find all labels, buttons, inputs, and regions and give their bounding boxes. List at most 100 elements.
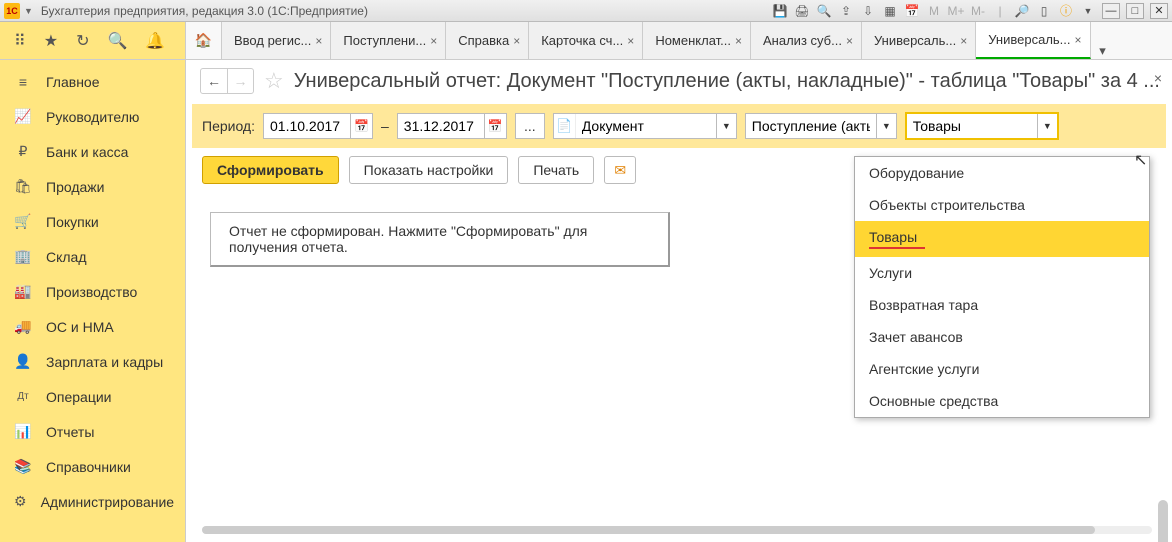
sidebar-item-pokupki[interactable]: 🛒Покупки [0, 204, 185, 239]
dropdown-option-zachet[interactable]: Зачет авансов [855, 321, 1149, 353]
scrollbar-thumb[interactable] [202, 526, 1095, 534]
filter-bar: Период: 📅 – 📅 ... 📄 ▼ ▼ ▼ [192, 104, 1166, 148]
sidebar-item-prodazhi[interactable]: 🛍Продажи [0, 169, 185, 204]
tab-close-icon[interactable]: × [513, 34, 520, 48]
email-button[interactable]: ✉ [604, 156, 636, 184]
window-maximize-button[interactable]: □ [1126, 3, 1144, 19]
tab-postupleni[interactable]: Поступлени... × [331, 22, 446, 59]
upload-icon[interactable]: ⇪ [838, 3, 854, 19]
notifications-icon[interactable]: 🔔 [145, 31, 165, 51]
zoom-icon[interactable]: 🔎 [1014, 3, 1030, 19]
dropdown-option-obekty[interactable]: Объекты строительства [855, 189, 1149, 221]
tab-universal-1[interactable]: Универсаль... × [862, 22, 976, 59]
tabbar: 🏠 Ввод регис...× Поступлени... × Справка×… [186, 22, 1172, 59]
period-to-input[interactable] [398, 118, 484, 134]
favorite-icon[interactable]: ★ [44, 31, 58, 51]
period-select-button[interactable]: ... [515, 113, 545, 139]
titlebar-tools: 💾 🖨 🔍 ⇪ ⇩ ▦ 📅 M M+ M- | 🔎 ▯ ⓘ ▼ — □ ✕ [772, 3, 1168, 19]
tab-close-icon[interactable]: × [627, 34, 634, 48]
search-icon[interactable]: 🔍 [816, 3, 832, 19]
page-close-icon[interactable]: × [1154, 70, 1162, 86]
sidebar-item-otchety[interactable]: 📊Отчеты [0, 414, 185, 449]
tab-universal-2[interactable]: Универсаль...× [976, 22, 1090, 59]
sidebar-item-proizvodstvo[interactable]: 🏭Производство [0, 274, 185, 309]
history-icon[interactable]: ↻ [76, 31, 89, 51]
source-input[interactable] [746, 118, 876, 134]
grid-icon[interactable]: ▦ [882, 3, 898, 19]
info-dropdown-icon[interactable]: ▼ [1080, 3, 1096, 19]
nav-forward-button[interactable]: → [227, 69, 253, 93]
tab-spravka[interactable]: Справка× [446, 22, 529, 59]
tabs-overflow-icon[interactable]: ▾ [1091, 43, 1115, 59]
app-menu-dropdown[interactable]: ▼ [24, 6, 33, 16]
calendar-icon[interactable]: 📅 [904, 3, 920, 19]
apps-icon[interactable]: ⠿ [14, 31, 26, 51]
sidebar-item-spravochniki[interactable]: 📚Справочники [0, 449, 185, 484]
favorite-star-icon[interactable]: ☆ [264, 68, 284, 94]
table-input[interactable] [907, 118, 1037, 134]
tab-close-icon[interactable]: × [430, 34, 437, 48]
chevron-down-icon[interactable]: ▼ [876, 114, 896, 138]
window-minimize-button[interactable]: — [1102, 3, 1120, 19]
source-combo[interactable]: ▼ [745, 113, 897, 139]
sidebar-item-os-nma[interactable]: 🚚ОС и НМА [0, 309, 185, 344]
scrollbar-thumb[interactable] [1158, 500, 1168, 542]
bars-icon: 📊 [14, 423, 32, 440]
tab-close-icon[interactable]: × [1075, 33, 1082, 47]
info-icon[interactable]: ⓘ [1058, 3, 1074, 19]
period-from-input[interactable] [264, 118, 350, 134]
sidebar-item-sklad[interactable]: 🏢Склад [0, 239, 185, 274]
mem-mminus-icon[interactable]: M- [970, 3, 986, 19]
tab-analiz[interactable]: Анализ суб...× [751, 22, 862, 59]
tab-label: Поступлени... [343, 33, 426, 48]
tab-close-icon[interactable]: × [315, 34, 322, 48]
tab-close-icon[interactable]: × [735, 34, 742, 48]
dropdown-option-uslugi[interactable]: Услуги [855, 257, 1149, 289]
vertical-scrollbar[interactable] [1156, 140, 1170, 522]
sidebar-item-operatsii[interactable]: ДтОперации [0, 379, 185, 414]
home-tab[interactable]: 🏠 [186, 22, 222, 59]
tab-label: Универсаль... [874, 33, 956, 48]
calendar-icon[interactable]: 📅 [484, 114, 506, 138]
calendar-icon[interactable]: 📅 [350, 114, 372, 138]
truck-icon: 🚚 [14, 318, 32, 335]
panels-icon[interactable]: ▯ [1036, 3, 1052, 19]
horizontal-scrollbar[interactable] [202, 526, 1152, 538]
dropdown-option-agentskie[interactable]: Агентские услуги [855, 353, 1149, 385]
save-icon[interactable]: 💾 [772, 3, 788, 19]
chevron-down-icon[interactable]: ▼ [716, 114, 736, 138]
mem-mplus-icon[interactable]: M+ [948, 3, 964, 19]
source-type-input[interactable] [576, 118, 716, 134]
tab-kartochka[interactable]: Карточка сч...× [529, 22, 643, 59]
tab-close-icon[interactable]: × [846, 34, 853, 48]
sidebar-item-glavnoe[interactable]: ≡Главное [0, 64, 185, 99]
source-type-combo[interactable]: 📄 ▼ [553, 113, 737, 139]
sidebar-item-label: Операции [46, 389, 112, 405]
tab-nomenklat[interactable]: Номенклат...× [643, 22, 751, 59]
dropdown-option-tara[interactable]: Возвратная тара [855, 289, 1149, 321]
period-from-field[interactable]: 📅 [263, 113, 373, 139]
search-icon[interactable]: 🔍 [107, 31, 127, 51]
dropdown-option-tovary[interactable]: Товары [855, 221, 1149, 257]
tab-vvod-regis[interactable]: Ввод регис...× [222, 22, 331, 59]
sidebar-item-bank[interactable]: ₽Банк и касса [0, 134, 185, 169]
print-icon[interactable]: 🖨 [794, 3, 810, 19]
dropdown-option-osnovnye[interactable]: Основные средства [855, 385, 1149, 417]
tab-close-icon[interactable]: × [960, 34, 967, 48]
sidebar-item-admin[interactable]: ⚙Администрирование [0, 484, 185, 519]
download-icon[interactable]: ⇩ [860, 3, 876, 19]
mem-m-icon[interactable]: M [926, 3, 942, 19]
sales-icon: 🛍 [14, 178, 32, 195]
dropdown-option-oborudovanie[interactable]: Оборудование [855, 157, 1149, 189]
sidebar-item-rukovoditelyu[interactable]: 📈Руководителю [0, 99, 185, 134]
show-settings-button[interactable]: Показать настройки [349, 156, 509, 184]
chevron-down-icon[interactable]: ▼ [1037, 114, 1057, 138]
report-notice: Отчет не сформирован. Нажмите "Сформиров… [210, 212, 670, 267]
window-close-button[interactable]: ✕ [1150, 3, 1168, 19]
period-to-field[interactable]: 📅 [397, 113, 507, 139]
sidebar-item-zarplata[interactable]: 👤Зарплата и кадры [0, 344, 185, 379]
generate-button[interactable]: Сформировать [202, 156, 339, 184]
nav-back-button[interactable]: ← [201, 69, 227, 93]
print-button[interactable]: Печать [518, 156, 594, 184]
table-combo[interactable]: ▼ [905, 112, 1059, 140]
